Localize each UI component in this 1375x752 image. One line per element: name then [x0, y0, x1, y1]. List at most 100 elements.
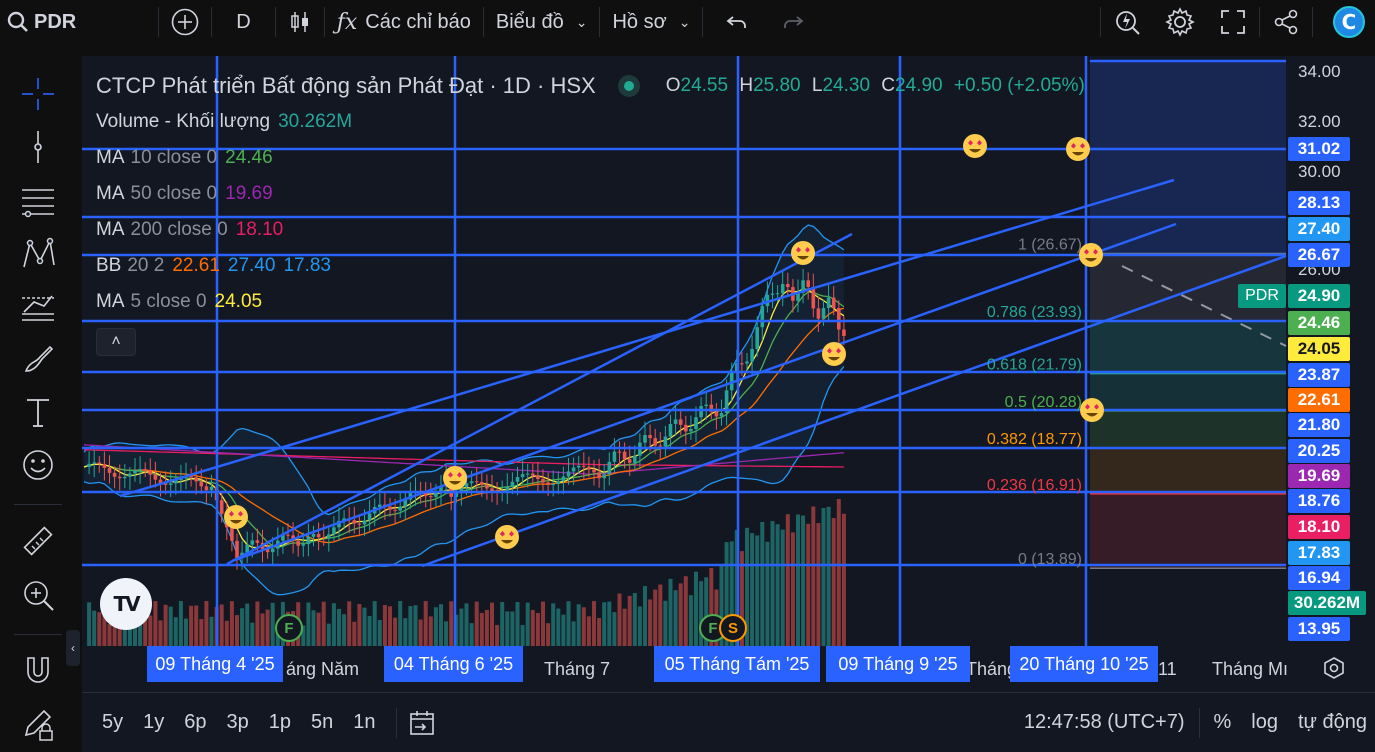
- candle-body: [520, 474, 525, 478]
- symbol-search[interactable]: PDR: [0, 0, 88, 44]
- auto-scale-toggle[interactable]: tự động: [1288, 711, 1375, 734]
- range-button-1n[interactable]: 1n: [343, 711, 385, 734]
- close-label: C: [881, 75, 896, 96]
- event-marker-financial[interactable]: F: [275, 614, 303, 642]
- profile-button[interactable]: Hồ sơ ⌄: [600, 0, 702, 44]
- low-value: 24.30: [822, 75, 871, 96]
- legend-indicator-row[interactable]: Volume - Khối lượng 30.262M: [96, 104, 1085, 140]
- top-toolbar: PDR D ƒx Các chỉ báo Biểu đồ ⌄ Hồ sơ ⌄ C: [0, 0, 1375, 44]
- market-status-dot: [617, 75, 640, 97]
- volume-bar: [178, 601, 183, 646]
- candle-body: [168, 483, 173, 485]
- search-icon: [6, 10, 30, 34]
- prediction-tool[interactable]: [16, 284, 60, 328]
- crosshair-tool[interactable]: [16, 72, 60, 116]
- volume-bar: [398, 601, 403, 646]
- undo-button[interactable]: [703, 0, 771, 44]
- candle-body: [250, 540, 255, 545]
- range-button-5y[interactable]: 5y: [92, 711, 133, 734]
- range-button-1p[interactable]: 1p: [259, 711, 301, 734]
- indicators-button[interactable]: ƒx Các chỉ báo: [325, 0, 483, 44]
- measure-tool[interactable]: [16, 520, 60, 564]
- volume-bar: [586, 616, 591, 646]
- chart-pane[interactable]: 1 (26.67) 0.786 (23.93) 0.618 (21.79) 0.5 (…: [82, 56, 1375, 692]
- collapse-toolbar-button[interactable]: ‹: [66, 630, 80, 666]
- candle-body: [729, 371, 734, 391]
- pattern-tool[interactable]: [16, 231, 60, 275]
- text-tool[interactable]: [16, 390, 60, 434]
- volume-bar: [541, 601, 545, 646]
- fib-tool[interactable]: [16, 178, 60, 222]
- candle-body: [128, 473, 132, 477]
- candle-body: [194, 477, 198, 482]
- candle-body: [352, 520, 357, 524]
- legend-indicator-row[interactable]: MA 5 close 0 24.05: [96, 284, 1085, 320]
- candle-body: [643, 434, 647, 443]
- range-button-3p[interactable]: 3p: [217, 711, 259, 734]
- open-label: O: [665, 75, 681, 96]
- volume-bar: [765, 541, 770, 646]
- indicator-value: 17.83: [283, 255, 331, 276]
- event-marker-split[interactable]: S: [719, 614, 747, 642]
- compare-button[interactable]: [159, 0, 211, 44]
- trend-line-tool[interactable]: [16, 125, 60, 169]
- volume-bar: [459, 608, 464, 646]
- fullscreen-button[interactable]: [1207, 0, 1259, 44]
- tradingview-logo[interactable]: TV: [100, 578, 152, 630]
- lock-drawing-tool[interactable]: [16, 703, 60, 747]
- clock-timezone[interactable]: 12:47:58 (UTC+7): [1014, 711, 1195, 734]
- interval-button[interactable]: D: [212, 0, 274, 44]
- fib-zone: [1090, 493, 1286, 569]
- log-scale-toggle[interactable]: log: [1241, 711, 1288, 734]
- redo-button[interactable]: [771, 0, 815, 44]
- candle-body: [332, 527, 336, 535]
- price-badge: 28.13: [1288, 191, 1350, 215]
- range-button-1y[interactable]: 1y: [133, 711, 174, 734]
- legend-indicator-row[interactable]: MA 10 close 0 24.46: [96, 140, 1085, 176]
- candles-button[interactable]: [276, 0, 324, 44]
- collapse-legend-button[interactable]: ˄: [96, 328, 136, 356]
- volume-bar: [87, 602, 92, 646]
- emoji-tool[interactable]: [16, 443, 60, 487]
- candle-body: [546, 482, 550, 485]
- legend-indicator-row[interactable]: BB 20 2 22.61 27.40 17.83: [96, 248, 1085, 284]
- price-badge: 13.95: [1288, 617, 1350, 641]
- axis-settings-button[interactable]: [1322, 656, 1346, 680]
- volume-bar: [347, 601, 352, 646]
- chart-title[interactable]: CTCP Phát triển Bất động sản Phát Đạt · …: [96, 73, 596, 99]
- indicator-value: 18.10: [235, 219, 284, 240]
- range-button-5n[interactable]: 5n: [301, 711, 343, 734]
- range-button-6p[interactable]: 6p: [174, 711, 216, 734]
- legend-indicator-row[interactable]: MA 50 close 0 19.69: [96, 176, 1085, 212]
- price-axis[interactable]: 34.00 32.00 30.00 26.00 31.02 28.13 27.40 26.67…: [1238, 56, 1375, 646]
- legend-title-row: CTCP Phát triển Bất động sản Phát Đạt · …: [96, 68, 1085, 104]
- candle-body: [296, 541, 300, 546]
- quick-search-button[interactable]: [1101, 0, 1153, 44]
- candle-body: [576, 465, 581, 468]
- chart-type-button[interactable]: Biểu đồ ⌄: [484, 0, 600, 44]
- volume-bar: [775, 524, 780, 646]
- volume-bar: [505, 611, 510, 646]
- candle-body: [357, 523, 362, 525]
- settings-button[interactable]: [1153, 0, 1207, 44]
- share-button[interactable]: [1260, 0, 1312, 44]
- candle-body: [719, 413, 724, 417]
- volume-bar: [597, 618, 602, 646]
- indicator-params: 50 close 0: [130, 183, 218, 204]
- volume-bar: [668, 578, 673, 646]
- brush-tool[interactable]: [16, 337, 60, 381]
- legend-indicator-row[interactable]: MA 200 close 0 18.10: [96, 212, 1085, 248]
- volume-bar: [372, 601, 377, 646]
- app-logo[interactable]: C: [1313, 0, 1375, 44]
- candle-body: [255, 540, 260, 543]
- goto-date-button[interactable]: [407, 707, 439, 739]
- indicator-value: 27.40: [227, 255, 276, 276]
- hexagon-gear-icon: [1324, 657, 1344, 679]
- percent-scale-toggle[interactable]: %: [1204, 711, 1242, 734]
- magnet-tool[interactable]: [16, 650, 60, 694]
- price-badge: 24.46: [1288, 311, 1350, 335]
- zoom-tool[interactable]: [16, 573, 60, 617]
- fib-zone: [1090, 410, 1286, 449]
- lightning-search-icon: [1113, 8, 1141, 36]
- candle-body: [541, 479, 545, 483]
